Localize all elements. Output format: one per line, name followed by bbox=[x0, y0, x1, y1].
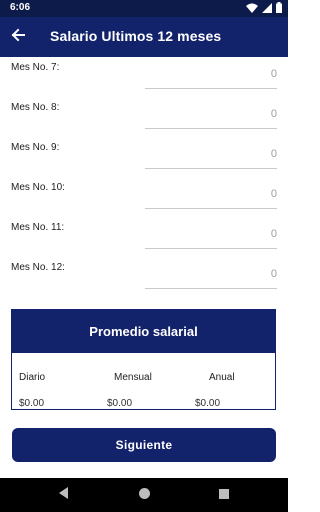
daily-value: $0.00 bbox=[19, 398, 45, 409]
salary-average-card: Promedio salarial Diario Mensual Anual $… bbox=[11, 309, 276, 410]
system-nav-bar bbox=[0, 478, 288, 512]
month-row: Mes No. 8: 0 bbox=[0, 102, 288, 142]
summary-title: Promedio salarial bbox=[89, 324, 198, 339]
month-7-input[interactable]: 0 bbox=[145, 66, 277, 89]
status-bar: 6:06 bbox=[0, 0, 288, 17]
month-input-value: 0 bbox=[270, 188, 277, 200]
month-row: Mes No. 9: 0 bbox=[0, 142, 288, 182]
battery-icon bbox=[276, 0, 282, 18]
arrow-back-icon bbox=[11, 28, 25, 47]
next-button-label: Siguiente bbox=[115, 438, 173, 452]
month-input-value: 0 bbox=[270, 68, 277, 80]
annual-value: $0.00 bbox=[195, 398, 221, 409]
next-button[interactable]: Siguiente bbox=[12, 428, 276, 462]
month-9-input[interactable]: 0 bbox=[145, 146, 277, 169]
screen: 6:06 Salario Ultimos 12 meses Mes No. 7:… bbox=[0, 0, 288, 512]
nav-home-button[interactable] bbox=[134, 485, 154, 505]
nav-back-button[interactable] bbox=[54, 485, 74, 505]
back-button[interactable] bbox=[6, 25, 30, 49]
month-label: Mes No. 9: bbox=[11, 142, 60, 153]
month-label: Mes No. 10: bbox=[11, 182, 65, 193]
month-label: Mes No. 8: bbox=[11, 102, 60, 113]
month-input-value: 0 bbox=[270, 148, 277, 160]
month-row: Mes No. 11: 0 bbox=[0, 222, 288, 262]
month-input-value: 0 bbox=[270, 108, 277, 120]
month-12-input[interactable]: 0 bbox=[145, 266, 277, 289]
month-label: Mes No. 7: bbox=[11, 62, 60, 73]
page-title: Salario Ultimos 12 meses bbox=[50, 28, 222, 44]
monthly-value: $0.00 bbox=[107, 398, 133, 409]
status-icons bbox=[246, 1, 282, 14]
month-row: Mes No. 10: 0 bbox=[0, 182, 288, 222]
summary-header: Promedio salarial bbox=[12, 310, 275, 353]
signal-icon bbox=[262, 0, 272, 18]
month-10-input[interactable]: 0 bbox=[145, 186, 277, 209]
status-time: 6:06 bbox=[10, 2, 31, 13]
recents-square-icon bbox=[219, 486, 229, 504]
month-8-input[interactable]: 0 bbox=[145, 106, 277, 129]
month-label: Mes No. 11: bbox=[11, 222, 65, 233]
month-input-value: 0 bbox=[270, 228, 277, 240]
month-input-value: 0 bbox=[270, 268, 277, 280]
app-bar: Salario Ultimos 12 meses bbox=[0, 17, 288, 57]
monthly-label: Mensual bbox=[114, 372, 152, 383]
month-label: Mes No. 12: bbox=[11, 262, 65, 273]
nav-recents-button[interactable] bbox=[214, 485, 234, 505]
month-11-input[interactable]: 0 bbox=[145, 226, 277, 249]
month-row: Mes No. 7: 0 bbox=[0, 62, 288, 102]
daily-label: Diario bbox=[19, 372, 46, 383]
wifi-icon bbox=[246, 0, 258, 18]
home-circle-icon bbox=[138, 486, 150, 504]
annual-label: Anual bbox=[209, 372, 235, 383]
month-row: Mes No. 12: 0 bbox=[0, 262, 288, 302]
back-triangle-icon bbox=[59, 486, 69, 504]
